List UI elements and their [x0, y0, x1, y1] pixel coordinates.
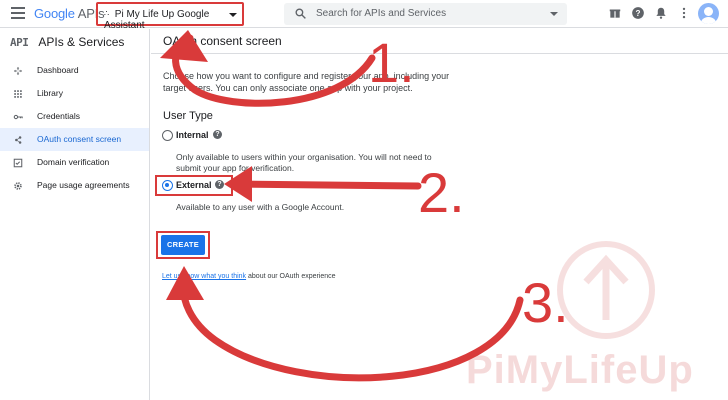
sidebar-header: API APIs & Services [0, 29, 149, 55]
project-icon: ∴ [104, 9, 110, 18]
external-help-icon[interactable]: ? [215, 180, 224, 189]
settings-icon [14, 182, 22, 190]
sidebar-item-page-usage-agreements[interactable]: Page usage agreements [0, 174, 149, 197]
internal-help-icon[interactable]: ? [213, 130, 222, 139]
logo-google: Google [34, 6, 75, 21]
page-title: OAuth consent screen [163, 34, 282, 48]
sidebar-item-dashboard[interactable]: Dashboard [0, 59, 149, 82]
internal-label[interactable]: Internal [176, 130, 209, 140]
external-radio[interactable] [162, 180, 173, 191]
sidebar-item-label: OAuth consent screen [37, 134, 122, 144]
search-placeholder: Search for APIs and Services [316, 8, 447, 19]
sidebar-nav: Dashboard Library Credentials OAuth cons… [0, 59, 149, 197]
sidebar-item-domain-verification[interactable]: Domain verification [0, 151, 149, 174]
notification-bell-icon[interactable] [654, 6, 668, 20]
sidebar-item-oauth-consent-screen[interactable]: OAuth consent screen [0, 128, 149, 151]
feedback-text: Let us know what you think about our OAu… [162, 273, 336, 280]
external-label[interactable]: External [176, 180, 212, 190]
help-icon[interactable]: ? [631, 6, 645, 20]
sidebar-item-label: Dashboard [37, 65, 79, 75]
project-name: Pi My Life Up Google Assistant [104, 9, 210, 31]
key-icon [13, 114, 23, 120]
sidebar-title: APIs & Services [38, 35, 125, 49]
sidebar-item-label: Page usage agreements [37, 180, 130, 190]
external-description: Available to any user with a Google Acco… [176, 202, 345, 212]
oauth-icon [15, 136, 22, 144]
domain-icon [13, 158, 23, 168]
chevron-down-icon [229, 13, 237, 17]
more-vert-icon[interactable] [677, 6, 691, 20]
intro-text: Choose how you want to configure and reg… [163, 71, 450, 93]
top-bar: Google APIs ∴ Pi My Life Up Google Assist… [0, 0, 728, 31]
sidebar-item-credentials[interactable]: Credentials [0, 105, 149, 128]
svg-text:?: ? [636, 9, 641, 18]
api-badge-icon: API [10, 36, 29, 49]
google-apis-logo[interactable]: Google APIs [34, 6, 105, 21]
gift-icon[interactable] [608, 6, 622, 20]
sidebar-item-library[interactable]: Library [0, 82, 149, 105]
avatar[interactable] [698, 3, 719, 24]
internal-radio[interactable] [162, 130, 173, 141]
search-bar[interactable]: Search for APIs and Services [284, 3, 567, 25]
title-divider [151, 53, 728, 54]
project-selector[interactable]: ∴ Pi My Life Up Google Assistant [96, 2, 244, 31]
menu-icon[interactable] [11, 7, 25, 19]
internal-description: Only available to users within your orga… [176, 152, 432, 173]
sidebar-item-label: Credentials [37, 111, 80, 121]
dashboard-icon [13, 66, 23, 76]
library-icon [14, 90, 22, 98]
search-icon [295, 8, 306, 19]
feedback-link[interactable]: Let us know what you think [162, 273, 246, 280]
sidebar-item-label: Library [37, 88, 63, 98]
watermark-logo: PiMyLifeUp [466, 348, 694, 392]
main-content: OAuth consent screen Choose how you want… [151, 29, 728, 400]
create-button[interactable]: CREATE [161, 235, 205, 255]
sidebar-item-label: Domain verification [37, 157, 110, 167]
search-dropdown-icon[interactable] [550, 12, 558, 16]
feedback-suffix: about our OAuth experience [248, 273, 336, 280]
sidebar: API APIs & Services Dashboard Library Cre… [0, 29, 150, 400]
user-type-heading: User Type [163, 110, 213, 122]
